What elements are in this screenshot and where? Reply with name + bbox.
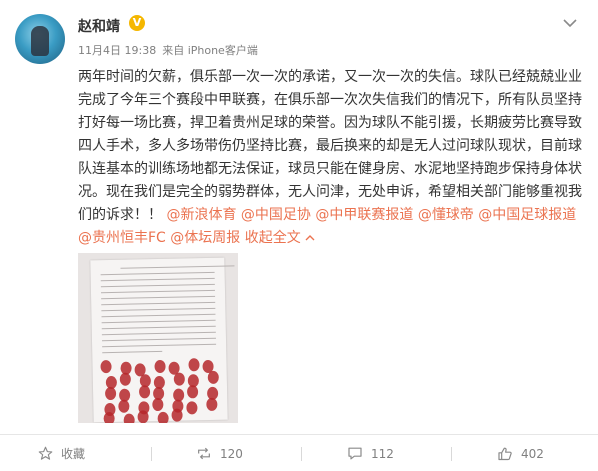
thumbs-up-icon <box>498 447 512 461</box>
post-meta: 11月4日 19:38 来自 iPhone客户端 <box>78 42 258 58</box>
red-fingerprint <box>173 372 185 386</box>
verified-badge-icon: V <box>129 15 145 31</box>
mention-link[interactable]: @中国足协 <box>241 207 311 223</box>
red-fingerprint <box>119 372 131 386</box>
red-fingerprint <box>123 413 135 423</box>
chevron-up-icon <box>305 235 315 241</box>
repost-button[interactable]: 120 <box>196 435 243 471</box>
red-fingerprint <box>104 386 117 401</box>
favorite-label: 收藏 <box>61 447 86 461</box>
document-text-line <box>100 277 215 282</box>
document-text-line <box>100 289 215 294</box>
document-text-line <box>100 283 215 288</box>
comment-button[interactable]: 112 <box>347 435 394 471</box>
red-fingerprint <box>103 411 115 423</box>
red-fingerprint <box>206 397 218 412</box>
red-fingerprint <box>207 370 219 384</box>
red-fingerprint <box>154 359 166 374</box>
document-text-line <box>101 331 216 336</box>
mention-link[interactable]: @新浪体育 <box>166 207 236 223</box>
author-avatar[interactable] <box>15 14 65 64</box>
post-source: 来自 iPhone客户端 <box>162 44 258 57</box>
collapse-label: 收起全文 <box>244 230 301 246</box>
document-text-line <box>101 313 216 318</box>
weibo-post-card: 赵和靖 V 11月4日 19:38 来自 iPhone客户端 两年时间的欠薪，俱乐… <box>0 0 598 471</box>
document-text-line <box>101 325 216 330</box>
red-fingerprint <box>171 408 183 422</box>
collapse-text-button[interactable]: 收起全文 <box>245 230 315 246</box>
favorite-button[interactable]: 收藏 <box>38 435 85 471</box>
mention-link[interactable]: @中国足球报道 <box>478 207 576 223</box>
document-text-line <box>101 307 216 312</box>
red-fingerprint <box>137 410 149 423</box>
document-text-line <box>100 271 215 276</box>
red-fingerprint <box>152 397 164 412</box>
comment-count: 112 <box>371 446 394 461</box>
document-text-line <box>120 265 235 269</box>
post-text: 两年时间的欠薪，俱乐部一次一次的承诺，又一次一次的失信。球队已经兢兢业业完成了今… <box>78 66 583 250</box>
comment-icon <box>348 447 362 460</box>
mention-link[interactable]: @体坛周报 <box>170 230 240 246</box>
red-fingerprint <box>100 360 112 374</box>
action-divider <box>301 447 302 461</box>
action-divider <box>451 447 452 461</box>
mention-link[interactable]: @中甲联赛报道 <box>315 207 413 223</box>
document-text-line <box>101 337 216 342</box>
like-count: 402 <box>521 446 544 461</box>
repost-icon <box>198 447 210 460</box>
red-fingerprint <box>188 358 200 372</box>
author-name[interactable]: 赵和靖 <box>78 16 120 36</box>
like-button[interactable]: 402 <box>497 435 544 471</box>
repost-count: 120 <box>220 446 243 461</box>
red-fingerprint <box>118 399 130 413</box>
mention-link[interactable]: @懂球帝 <box>418 207 474 223</box>
document-text-line <box>102 350 163 354</box>
document-text-line <box>101 301 216 306</box>
red-fingerprint <box>186 401 198 415</box>
document-text-line <box>101 295 216 300</box>
action-bar: 收藏 120 112 402 <box>0 434 598 471</box>
avatar-figure <box>31 26 49 56</box>
post-timestamp[interactable]: 11月4日 19:38 <box>78 44 156 57</box>
red-fingerprint <box>138 385 151 399</box>
petition-document <box>90 257 235 423</box>
action-divider <box>151 447 152 461</box>
document-text-line <box>101 319 216 324</box>
mention-link[interactable]: @贵州恒丰FC <box>78 230 166 246</box>
document-text-line <box>102 343 217 348</box>
red-fingerprint <box>186 385 199 399</box>
red-fingerprint <box>157 411 169 423</box>
star-icon <box>38 446 53 460</box>
chevron-down-icon[interactable] <box>560 16 580 30</box>
post-body: 两年时间的欠薪，俱乐部一次一次的承诺，又一次一次的失信。球队已经兢兢业业完成了今… <box>78 69 582 223</box>
post-photo[interactable] <box>78 253 238 423</box>
